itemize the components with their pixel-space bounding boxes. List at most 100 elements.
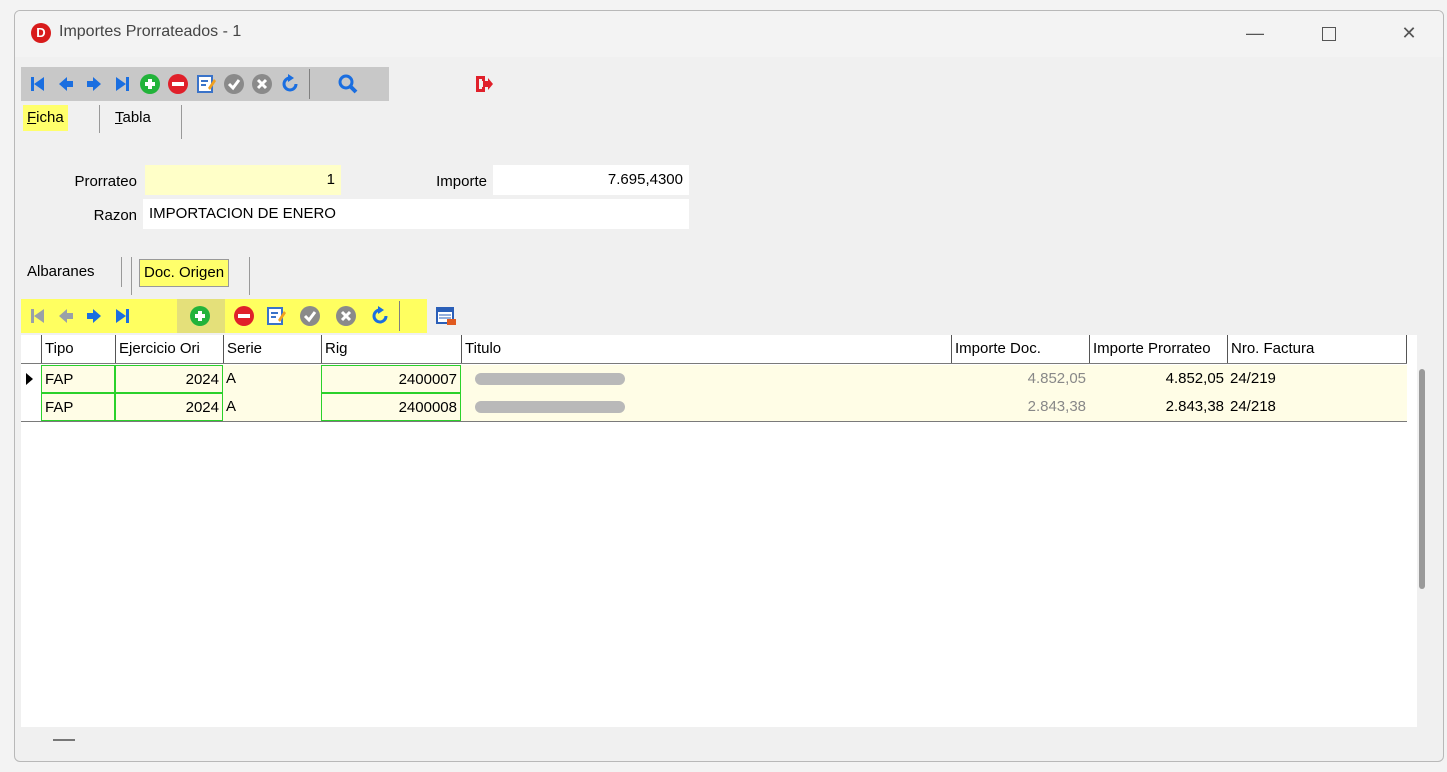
delete-record-button[interactable]: [167, 73, 189, 95]
razon-field[interactable]: IMPORTACION DE ENERO: [143, 199, 689, 229]
cell-ejercicio[interactable]: 2024: [115, 393, 223, 421]
grid-edit-button[interactable]: [265, 305, 287, 327]
main-navigator-toolbar: [21, 67, 389, 101]
maximize-icon: [1322, 27, 1336, 42]
grid-vertical-scrollbar[interactable]: [1419, 369, 1425, 589]
cell-serie[interactable]: A: [223, 393, 321, 421]
tab-doc-origen[interactable]: Doc. Origen: [139, 259, 230, 287]
grid-cancel-button[interactable]: [335, 305, 357, 327]
table-row[interactable]: FAP 2024 A 2400007 4.852,05 4.852,05 24/…: [21, 365, 1407, 393]
grid-post-button[interactable]: [299, 305, 321, 327]
cell-importe-doc: 2.843,38: [951, 393, 1089, 421]
cell-nro-factura[interactable]: 24/218: [1227, 393, 1407, 421]
prorrateo-field[interactable]: 1: [145, 165, 341, 195]
grid-prior-button[interactable]: [55, 305, 77, 327]
grid-header: Tipo Ejercicio Ori Serie Rig Titulo Impo…: [21, 335, 1407, 364]
tab-albaranes[interactable]: Albaranes: [23, 259, 99, 285]
last-record-icon: [116, 77, 129, 91]
redacted-text: [475, 373, 625, 385]
prior-record-icon: [59, 309, 73, 323]
row-indicator: [21, 393, 41, 421]
column-header-tipo[interactable]: Tipo: [41, 335, 115, 363]
importe-field[interactable]: 7.695,4300: [493, 165, 689, 195]
grid-navigator-toolbar: [21, 299, 427, 333]
next-record-icon: [87, 309, 101, 323]
razon-label: Razon: [93, 207, 137, 224]
grid-refresh-button[interactable]: [369, 305, 391, 327]
grid-first-button[interactable]: [27, 305, 49, 327]
column-header-rig[interactable]: Rig: [321, 335, 461, 363]
table-row[interactable]: FAP 2024 A 2400008 2.843,38 2.843,38 24/…: [21, 393, 1407, 422]
tab-tabla[interactable]: Tabla: [111, 105, 155, 131]
cell-titulo[interactable]: [461, 393, 951, 421]
tab-divider: [121, 257, 122, 287]
cell-importe-prorrateo[interactable]: 2.843,38: [1089, 393, 1227, 421]
importe-label: Importe: [436, 173, 487, 190]
column-header-importe-prorrateo[interactable]: Importe Prorrateo: [1089, 335, 1227, 363]
cell-ejercicio[interactable]: 2024: [115, 365, 223, 393]
minus-icon: [168, 74, 188, 94]
plus-icon: [140, 74, 160, 94]
search-button[interactable]: [337, 73, 359, 95]
first-record-button[interactable]: [27, 73, 49, 95]
edit-record-button[interactable]: [195, 73, 217, 95]
column-header-nro-factura[interactable]: Nro. Factura: [1227, 335, 1407, 363]
grid-export-icon: [436, 307, 456, 325]
first-record-icon: [31, 309, 44, 323]
tab-divider: [181, 105, 182, 139]
grid-delete-button[interactable]: [233, 305, 255, 327]
search-icon: [338, 74, 358, 94]
cell-serie[interactable]: A: [223, 365, 321, 393]
grid-insert-button[interactable]: [189, 305, 211, 327]
grid-last-button[interactable]: [111, 305, 133, 327]
column-header-ejercicio[interactable]: Ejercicio Ori: [115, 335, 223, 363]
toolbar-separator: [309, 69, 310, 99]
edit-icon: [267, 307, 286, 325]
last-record-button[interactable]: [111, 73, 133, 95]
cell-importe-prorrateo[interactable]: 4.852,05: [1089, 365, 1227, 393]
cell-titulo[interactable]: [461, 365, 951, 393]
redacted-text: [475, 401, 625, 413]
next-record-icon: [87, 77, 101, 91]
cell-rig[interactable]: 2400008: [321, 393, 461, 421]
minimize-button[interactable]: —: [1233, 17, 1277, 49]
current-row-indicator: [21, 365, 41, 393]
minus-icon: [234, 306, 254, 326]
cell-nro-factura[interactable]: 24/219: [1227, 365, 1407, 393]
tab-divider: [131, 257, 132, 295]
column-header-serie[interactable]: Serie: [223, 335, 321, 363]
last-record-icon: [116, 309, 129, 323]
grid-next-button[interactable]: [83, 305, 105, 327]
plus-icon: [190, 306, 210, 326]
close-button[interactable]: ✕: [1387, 17, 1431, 49]
refresh-icon: [282, 74, 298, 92]
check-icon: [300, 306, 320, 326]
cell-tipo[interactable]: FAP: [41, 365, 115, 393]
title-bar: D Importes Prorrateados - 1 — ✕: [15, 11, 1443, 57]
main-window: D Importes Prorrateados - 1 — ✕ Ficha Ta…: [14, 10, 1444, 762]
exit-icon: [476, 76, 493, 92]
doc-origen-grid[interactable]: Tipo Ejercicio Ori Serie Rig Titulo Impo…: [21, 335, 1417, 727]
refresh-button[interactable]: [279, 73, 301, 95]
app-logo-icon: D: [31, 23, 51, 43]
grid-export-button[interactable]: [435, 305, 457, 327]
maximize-button[interactable]: [1307, 17, 1351, 49]
next-record-button[interactable]: [83, 73, 105, 95]
tab-divider: [249, 257, 250, 295]
tab-ficha[interactable]: Ficha: [23, 105, 68, 131]
check-icon: [224, 74, 244, 94]
insert-record-button[interactable]: [139, 73, 161, 95]
cell-rig[interactable]: 2400007: [321, 365, 461, 393]
exit-button[interactable]: [473, 73, 495, 95]
column-header-importe-doc[interactable]: Importe Doc.: [951, 335, 1089, 363]
tab-divider: [99, 105, 100, 133]
prior-record-button[interactable]: [55, 73, 77, 95]
cancel-edit-button[interactable]: [251, 73, 273, 95]
cell-importe-doc: 4.852,05: [951, 365, 1089, 393]
column-header-titulo[interactable]: Titulo: [461, 335, 951, 363]
prorrateo-label: Prorrateo: [74, 173, 137, 190]
cell-tipo[interactable]: FAP: [41, 393, 115, 421]
current-row-arrow-icon: [26, 373, 33, 385]
window-title: Importes Prorrateados - 1: [59, 23, 242, 40]
post-record-button[interactable]: [223, 73, 245, 95]
